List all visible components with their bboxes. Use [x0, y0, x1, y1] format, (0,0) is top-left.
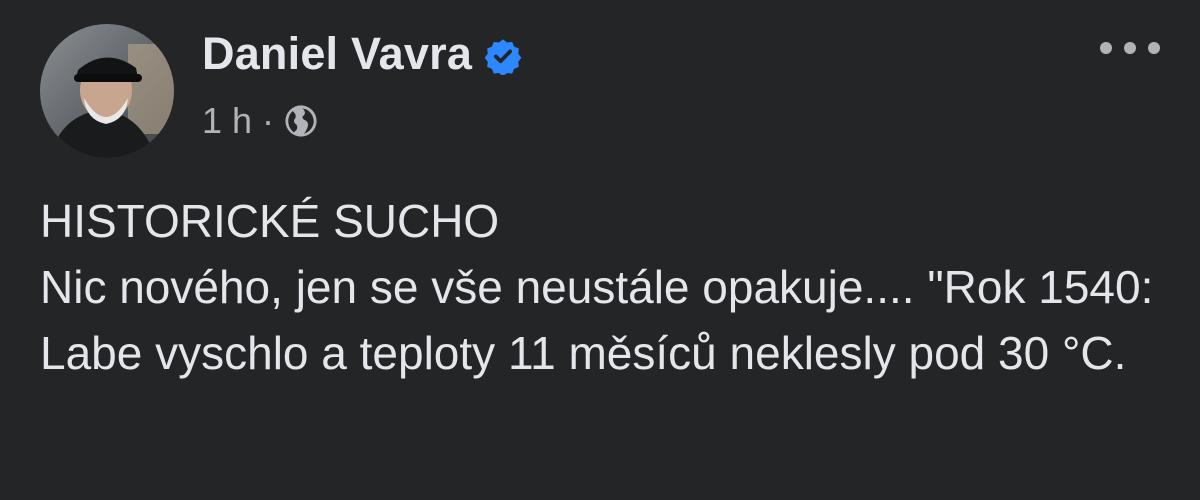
meta-separator: ·: [262, 100, 275, 141]
post-meta: 1 h ·: [202, 100, 318, 142]
globe-icon: [284, 104, 318, 138]
author-row: Daniel Vavra: [202, 28, 522, 80]
post-body: HISTORICKÉ SUCHO Nic nového, jen se vše …: [40, 188, 1170, 386]
more-options-icon[interactable]: [1100, 36, 1160, 60]
avatar[interactable]: [40, 24, 174, 158]
post-time[interactable]: 1 h: [202, 100, 252, 142]
post-text: Nic nového, jen se vše neustále opakuje.…: [40, 261, 1154, 379]
post-title: HISTORICKÉ SUCHO: [40, 195, 500, 247]
more-dot: [1124, 42, 1136, 54]
author-name[interactable]: Daniel Vavra: [202, 28, 472, 80]
profile-photo: [40, 24, 174, 158]
verified-badge-icon: [484, 37, 522, 75]
more-dot: [1148, 42, 1160, 54]
facebook-post: Daniel Vavra 1 h · HISTORICKÉ SUCHO Nic …: [0, 0, 1200, 500]
more-dot: [1100, 42, 1112, 54]
